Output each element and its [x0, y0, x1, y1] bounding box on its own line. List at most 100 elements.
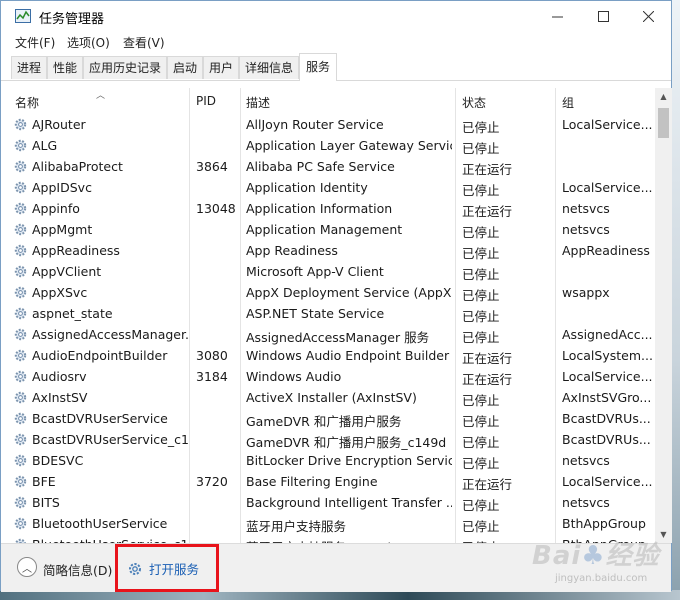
- column-header-pid[interactable]: PID: [196, 94, 216, 108]
- tab-performance[interactable]: 性能: [47, 56, 83, 79]
- service-group: LocalService...: [562, 180, 653, 195]
- column-header-status[interactable]: 状态: [462, 94, 486, 111]
- tab-details[interactable]: 详细信息: [239, 56, 299, 79]
- service-group: LocalService...: [562, 117, 653, 132]
- table-row[interactable]: Audiosrv 3184 Windows Audio 正在运行 LocalServic…: [1, 366, 655, 387]
- service-description: Alibaba PC Safe Service: [246, 159, 395, 174]
- table-row[interactable]: ALG Application Layer Gateway Service 已停止: [1, 135, 655, 156]
- table-row[interactable]: BcastDVRUserService_c1... GameDVR 和广播用户服务…: [1, 429, 655, 450]
- service-status: 正在运行: [462, 162, 513, 177]
- service-gear-icon: [14, 244, 27, 257]
- table-row[interactable]: BDESVC BitLocker Drive Encryption Service…: [1, 450, 655, 471]
- service-gear-icon: [14, 496, 27, 509]
- table-row[interactable]: BcastDVRUserService GameDVR 和广播用户服务 已停止 Bca…: [1, 408, 655, 429]
- service-description: ASP.NET State Service: [246, 306, 385, 321]
- vertical-scrollbar[interactable]: ▲ ▼: [655, 88, 672, 543]
- menu-options[interactable]: 选项(O): [67, 34, 110, 51]
- minimize-button[interactable]: [534, 1, 580, 31]
- service-name: BFE: [32, 474, 56, 489]
- table-row[interactable]: AppXSvc AppX Deployment Service (AppX... 已…: [1, 282, 655, 303]
- service-gear-icon: [14, 160, 27, 173]
- tab-services[interactable]: 服务: [299, 53, 337, 81]
- column-header-group[interactable]: 组: [562, 94, 574, 111]
- title-bar[interactable]: 任务管理器: [1, 1, 671, 31]
- service-name: AudioEndpointBuilder: [32, 348, 168, 363]
- service-group: LocalService...: [562, 474, 653, 489]
- minimize-icon: [551, 16, 563, 17]
- service-status: 正在运行: [462, 477, 513, 492]
- service-description: AssignedAccessManager 服务: [246, 330, 430, 345]
- maximize-button[interactable]: [580, 1, 626, 31]
- service-group: netsvcs: [562, 495, 610, 510]
- service-pid: 3720: [196, 474, 228, 489]
- task-manager-window: 任务管理器 文件(F) 选项(O) 查看(V) 进程 性能 应用历史记录 启动 …: [0, 0, 672, 592]
- service-status: 正在运行: [462, 351, 513, 366]
- service-group: AssignedAcc...: [562, 327, 653, 342]
- service-status: 已停止: [462, 393, 500, 408]
- service-gear-icon: [14, 307, 27, 320]
- services-table: ︿ 名称 PID 描述 状态 组 AJRouter AllJoyn Router …: [1, 88, 655, 543]
- service-name: Audiosrv: [32, 369, 87, 384]
- menu-view[interactable]: 查看(V): [123, 34, 165, 51]
- watermark-logo: Bai♣经验: [532, 541, 660, 571]
- menu-file[interactable]: 文件(F): [15, 34, 55, 51]
- table-row[interactable]: AJRouter AllJoyn Router Service 已停止 LocalSe…: [1, 114, 655, 135]
- table-row[interactable]: AppVClient Microsoft App-V Client 已停止: [1, 261, 655, 282]
- tab-app-history[interactable]: 应用历史记录: [83, 56, 167, 79]
- service-group: LocalSystem...: [562, 348, 653, 363]
- service-gear-icon: [14, 349, 27, 362]
- service-status: 已停止: [462, 309, 500, 324]
- service-name: AppXSvc: [32, 285, 88, 300]
- service-description: Windows Audio: [246, 369, 342, 384]
- service-gear-icon: [14, 517, 27, 530]
- column-header-description[interactable]: 描述: [246, 94, 270, 111]
- service-gear-icon: [14, 202, 27, 215]
- tab-processes[interactable]: 进程: [11, 56, 47, 79]
- service-description: Base Filtering Engine: [246, 474, 378, 489]
- table-row[interactable]: AppIDSvc Application Identity 已停止 LocalServ…: [1, 177, 655, 198]
- close-button[interactable]: [625, 1, 671, 31]
- table-row[interactable]: AudioEndpointBuilder 3080 Windows Audio En…: [1, 345, 655, 366]
- service-gear-icon: [14, 475, 27, 488]
- service-group: wsappx: [562, 285, 610, 300]
- fewer-details-link[interactable]: 简略信息(D): [43, 560, 112, 579]
- highlight-annotation: [115, 544, 219, 592]
- task-manager-icon: [15, 9, 31, 23]
- service-group: BcastDVRUs...: [562, 432, 651, 447]
- service-status: 已停止: [462, 246, 500, 261]
- service-description: Application Management: [246, 222, 403, 237]
- service-name: BDESVC: [32, 453, 84, 468]
- table-row[interactable]: AssignedAccessManager... AssignedAccessMa…: [1, 324, 655, 345]
- tab-startup[interactable]: 启动: [167, 56, 203, 79]
- table-row[interactable]: aspnet_state ASP.NET State Service 已停止: [1, 303, 655, 324]
- tab-users[interactable]: 用户: [203, 56, 239, 79]
- table-row[interactable]: AppMgmt Application Management 已停止 netsvcs: [1, 219, 655, 240]
- service-group: LocalService...: [562, 369, 653, 384]
- service-description: Application Identity: [246, 180, 368, 195]
- service-name: AppReadiness: [32, 243, 120, 258]
- chevron-up-icon[interactable]: ︿: [17, 557, 37, 577]
- table-row[interactable]: AxInstSV ActiveX Installer (AxInstSV) 已停止 A…: [1, 387, 655, 408]
- scrollbar-thumb[interactable]: [658, 108, 669, 138]
- service-name: AxInstSV: [32, 390, 88, 405]
- table-row[interactable]: AlibabaProtect 3864 Alibaba PC Safe Servic…: [1, 156, 655, 177]
- table-row[interactable]: BITS Background Intelligent Transfer ... 已…: [1, 492, 655, 513]
- maximize-icon: [597, 10, 609, 22]
- column-header-name[interactable]: 名称: [15, 94, 39, 111]
- service-gear-icon: [14, 265, 27, 278]
- service-status: 已停止: [462, 183, 500, 198]
- service-description: AppX Deployment Service (AppX...: [246, 285, 452, 300]
- service-description: BitLocker Drive Encryption Service: [246, 453, 452, 468]
- table-row[interactable]: BluetoothUserService 蓝牙用户支持服务 已停止 BthAppGro…: [1, 513, 655, 534]
- table-row[interactable]: AppReadiness App Readiness 已停止 AppReadiness: [1, 240, 655, 261]
- service-name: AJRouter: [32, 117, 86, 132]
- service-gear-icon: [14, 223, 27, 236]
- service-gear-icon: [14, 139, 27, 152]
- service-pid: 13048: [196, 201, 236, 216]
- table-row[interactable]: Appinfo 13048 Application Information 正在运行 n…: [1, 198, 655, 219]
- service-gear-icon: [14, 412, 27, 425]
- scroll-up-icon[interactable]: ▲: [655, 88, 672, 105]
- service-description: Background Intelligent Transfer ...: [246, 495, 452, 510]
- table-row[interactable]: BFE 3720 Base Filtering Engine 正在运行 LocalSer…: [1, 471, 655, 492]
- service-status: 已停止: [462, 267, 500, 282]
